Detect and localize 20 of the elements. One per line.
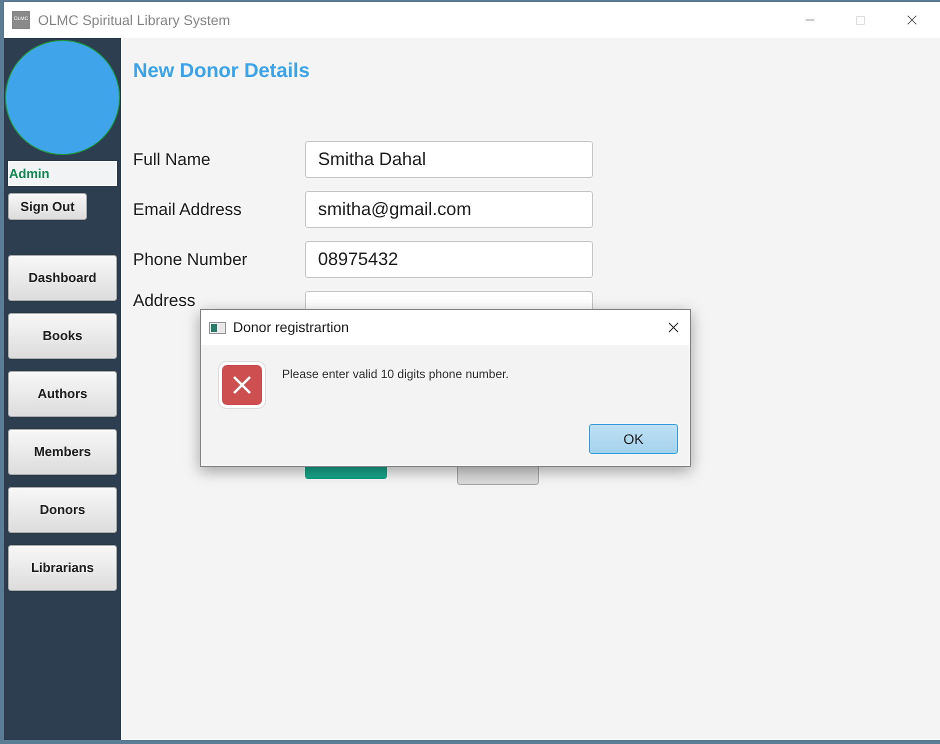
field-label: Email Address [133, 199, 243, 221]
nav-button[interactable]: Donors [8, 487, 117, 533]
field-label: Full Name [133, 149, 212, 171]
dialog-title: Donor registrartion [233, 318, 349, 337]
ok-button[interactable]: OK [589, 424, 678, 454]
nav-button[interactable]: Books [8, 313, 117, 359]
form-heading: New Donor Details [133, 59, 311, 84]
user-label: Admin [8, 161, 117, 186]
text-field[interactable]: 08975432 [305, 241, 593, 278]
nav-button[interactable]: Members [8, 429, 117, 475]
text-field[interactable]: smitha@gmail.com [305, 191, 593, 228]
field-label: Address [133, 290, 196, 312]
nav-button[interactable]: Dashboard [8, 255, 117, 301]
nav-button[interactable]: Librarians [8, 545, 117, 591]
sign-out-button[interactable]: Sign Out [8, 193, 87, 220]
nav-button[interactable]: Authors [8, 371, 117, 417]
dialog-message: Please enter valid 10 digits phone number. [282, 366, 509, 383]
window-title: OLMC Spiritual Library System [38, 10, 230, 30]
text-field[interactable]: Smitha Dahal [305, 141, 593, 178]
field-label: Phone Number [133, 249, 248, 271]
